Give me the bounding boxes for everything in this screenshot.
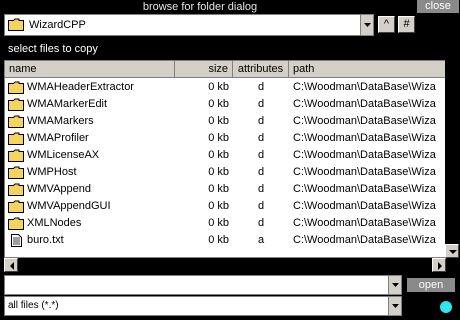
arrow-right-icon	[438, 262, 442, 270]
file-path: C:\Woodman\DataBase\Wiza	[293, 81, 436, 93]
file-row[interactable]: WMPHost 0 kb d C:\Woodman\DataBase\Wiza	[5, 164, 445, 181]
scroll-left-button[interactable]	[4, 258, 18, 272]
file-path: C:\Woodman\DataBase\Wiza	[293, 217, 436, 229]
arrow-left-icon	[10, 262, 14, 270]
file-row[interactable]: WMAProfiler 0 kb d C:\Woodman\DataBase\Wiza	[5, 130, 445, 147]
file-attributes: d	[257, 217, 265, 229]
file-row[interactable]: WMAHeaderExtractor 0 kb d C:\Woodman\DataBa…	[5, 79, 445, 96]
file-size: 0 kb	[208, 98, 229, 110]
file-name: buro.txt	[27, 234, 64, 246]
file-path: C:\Woodman\DataBase\Wiza	[293, 200, 436, 212]
vertical-scrollbar[interactable]	[445, 60, 459, 258]
filename-combobox[interactable]	[4, 275, 402, 295]
file-attributes: d	[257, 166, 265, 178]
filter-dropdown-button[interactable]	[388, 297, 401, 315]
file-path: C:\Woodman\DataBase\Wiza	[293, 183, 436, 195]
file-path: C:\Woodman\DataBase\Wiza	[293, 98, 436, 110]
file-size: 0 kb	[208, 217, 229, 229]
close-button[interactable]: close	[417, 0, 459, 13]
title-bar: browse for folder dialog close	[0, 0, 460, 14]
file-size: 0 kb	[208, 166, 229, 178]
file-row[interactable]: buro.txt 0 kb a C:\Woodman\DataBase\Wiza	[5, 232, 445, 249]
file-name: WMAProfiler	[27, 132, 89, 144]
chevron-down-icon	[364, 23, 371, 27]
file-name: WMLicenseAX	[27, 149, 100, 161]
text-file-icon	[11, 234, 22, 247]
file-attributes: d	[257, 81, 265, 93]
file-size: 0 kb	[208, 81, 229, 93]
file-attributes: d	[257, 98, 265, 110]
folder-icon	[8, 200, 24, 213]
file-size: 0 kb	[208, 183, 229, 195]
file-size: 0 kb	[208, 149, 229, 161]
list-header: name size attributes path	[5, 61, 445, 78]
file-size: 0 kb	[208, 200, 229, 212]
file-attributes: d	[257, 132, 265, 144]
folder-icon	[8, 149, 24, 162]
file-row[interactable]: XMLNodes 0 kb d C:\Woodman\DataBase\Wiza	[5, 215, 445, 232]
folder-icon	[8, 132, 24, 145]
folder-icon	[8, 98, 24, 111]
folder-combobox[interactable]: WizardCPP	[4, 14, 374, 36]
current-folder: WizardCPP	[29, 19, 86, 31]
file-attributes: d	[257, 200, 265, 212]
file-size: 0 kb	[208, 234, 229, 246]
filename-dropdown-button[interactable]	[388, 276, 401, 294]
column-header-path[interactable]: path	[289, 61, 445, 77]
file-attributes: a	[257, 234, 265, 246]
file-path: C:\Woodman\DataBase\Wiza	[293, 166, 436, 178]
arrow-down-icon	[449, 250, 457, 254]
file-attributes: d	[257, 149, 265, 161]
file-size: 0 kb	[208, 115, 229, 127]
file-attributes: d	[257, 115, 265, 127]
folder-icon	[8, 183, 24, 196]
file-name: XMLNodes	[27, 217, 82, 229]
folder-icon	[8, 18, 24, 31]
scroll-right-button[interactable]	[432, 258, 446, 272]
chevron-down-icon	[392, 283, 399, 287]
chevron-down-icon	[392, 304, 399, 308]
folder-dropdown-button[interactable]	[360, 15, 373, 35]
file-attributes: d	[257, 183, 265, 195]
hash-button[interactable]: #	[398, 16, 415, 33]
column-header-attributes[interactable]: attributes	[233, 61, 289, 77]
folder-icon	[8, 115, 24, 128]
file-list[interactable]: name size attributes path WMAHeaderExtra…	[4, 60, 446, 258]
file-name: WMAHeaderExtractor	[27, 81, 134, 93]
file-name: WMPHost	[27, 166, 77, 178]
scroll-down-button[interactable]	[445, 244, 459, 258]
file-path: C:\Woodman\DataBase\Wiza	[293, 234, 436, 246]
file-path: C:\Woodman\DataBase\Wiza	[293, 149, 436, 161]
file-type-filter[interactable]: all files (*.*)	[4, 296, 402, 316]
file-row[interactable]: WMLicenseAX 0 kb d C:\Woodman\DataBase\Wiza	[5, 147, 445, 164]
file-path: C:\Woodman\DataBase\Wiza	[293, 115, 436, 127]
file-name: WMAMarkerEdit	[27, 98, 108, 110]
filter-selected: all files (*.*)	[8, 300, 59, 311]
file-row[interactable]: WMAMarkerEdit 0 kb d C:\Woodman\DataBase\Wi…	[5, 96, 445, 113]
file-path: C:\Woodman\DataBase\Wiza	[293, 132, 436, 144]
file-row[interactable]: WMVAppend 0 kb d C:\Woodman\DataBase\Wiza	[5, 181, 445, 198]
folder-icon	[8, 81, 24, 94]
file-row[interactable]: WMAMarkers 0 kb d C:\Woodman\DataBase\Wiza	[5, 113, 445, 130]
up-folder-button[interactable]: ^	[378, 16, 395, 33]
file-row[interactable]: WMVAppendGUI 0 kb d C:\Woodman\DataBase\Wiz…	[5, 198, 445, 215]
window-title: browse for folder dialog	[142, 1, 258, 13]
file-size: 0 kb	[208, 132, 229, 144]
horizontal-scrollbar[interactable]	[4, 258, 446, 272]
file-name: WMVAppend	[27, 183, 91, 195]
folder-icon	[8, 217, 24, 230]
open-button[interactable]: open	[407, 278, 455, 292]
column-header-size[interactable]: size	[175, 61, 233, 77]
file-name: WMAMarkers	[27, 115, 94, 127]
column-header-name[interactable]: name	[5, 61, 175, 77]
file-name: WMVAppendGUI	[27, 200, 111, 212]
status-indicator	[440, 301, 452, 313]
instruction-label: select files to copy	[8, 43, 98, 55]
folder-icon	[8, 166, 24, 179]
